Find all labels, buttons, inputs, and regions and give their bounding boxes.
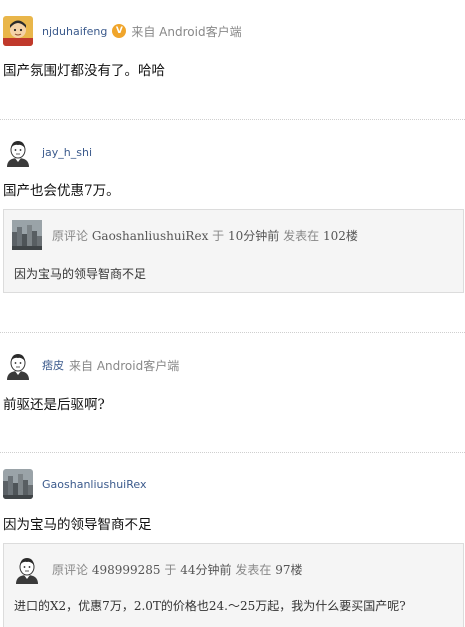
- quoted-comment-header: 原评论 498999285 于 44分钟前 发表在 97楼: [12, 554, 302, 584]
- quoted-comment-header: 原评论 GaoshanliushuiRex 于 10分钟前 发表在 102楼: [12, 220, 358, 250]
- quoted-author[interactable]: GaoshanliushuiRex: [92, 229, 209, 243]
- comment-4-header: GaoshanliushuiRex: [0, 467, 146, 501]
- default-user-avatar-icon[interactable]: [12, 554, 42, 584]
- default-user-avatar-icon[interactable]: [3, 350, 33, 380]
- default-user-avatar-icon[interactable]: [3, 137, 33, 167]
- comment-text: 国产氛围灯都没有了。哈哈: [3, 63, 165, 79]
- cartoon-boy-avatar-icon[interactable]: [3, 16, 33, 46]
- divider: [0, 332, 465, 333]
- comment-username[interactable]: GaoshanliushuiRex: [42, 478, 146, 491]
- comment-username[interactable]: jay_h_shi: [42, 146, 92, 159]
- quoted-comment-box: 原评论 GaoshanliushuiRex 于 10分钟前 发表在 102楼 因…: [3, 209, 464, 293]
- comment-source: 来自 Android客户端: [69, 358, 180, 373]
- comment-2-header: jay_h_shi: [0, 135, 92, 169]
- divider: [0, 119, 465, 120]
- comment-text: 前驱还是后驱啊?: [3, 397, 105, 413]
- cityscape-avatar-icon[interactable]: [3, 469, 33, 499]
- comment-username[interactable]: njduhaifeng: [42, 25, 107, 38]
- comment-3-header: 痞皮 来自 Android客户端: [0, 348, 179, 382]
- quoted-comment-meta: 原评论 498999285 于 44分钟前 发表在 97楼: [52, 562, 303, 577]
- comment-1-header: njduhaifeng V 来自 Android客户端: [0, 14, 242, 48]
- quoted-comment-box: 原评论 498999285 于 44分钟前 发表在 97楼 进口的X2，优惠7万…: [3, 543, 464, 627]
- quoted-author[interactable]: 498999285: [92, 563, 161, 577]
- comment-source: 来自 Android客户端: [131, 24, 242, 39]
- quoted-comment-text: 因为宝马的领导智商不足: [14, 267, 147, 281]
- comment-text: 国产也会优惠7万。: [3, 183, 120, 199]
- comment-text: 因为宝马的领导智商不足: [3, 517, 152, 533]
- quoted-comment-text: 进口的X2，优惠7万，2.0T的价格也24.～25万起，我为什么要买国产呢?: [14, 599, 406, 613]
- verified-badge-icon: V: [112, 24, 127, 38]
- quoted-comment-meta: 原评论 GaoshanliushuiRex 于 10分钟前 发表在 102楼: [52, 228, 358, 243]
- divider: [0, 452, 465, 453]
- cityscape-avatar-icon[interactable]: [12, 220, 42, 250]
- comment-username[interactable]: 痞皮: [42, 357, 64, 373]
